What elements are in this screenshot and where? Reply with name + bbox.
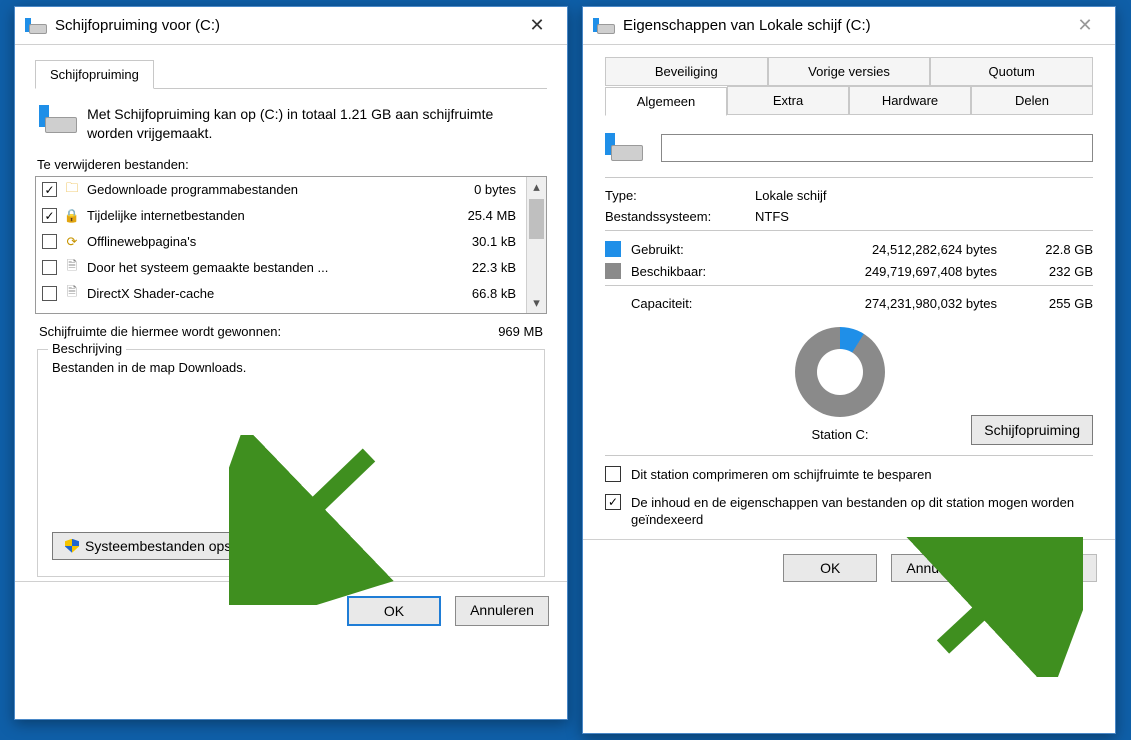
file-list-item[interactable]: ✓ 🔒 Tijdelijke internetbestanden 25.4 MB — [36, 203, 526, 229]
file-list-item[interactable]: ✓ 🗀 Gedownloade programmabestanden 0 bytes — [36, 177, 526, 203]
file-name: Offlinewebpagina's — [87, 234, 440, 249]
scroll-up-icon[interactable]: ▴ — [527, 177, 546, 197]
apply-button[interactable]: Toepassen — [999, 554, 1097, 582]
document-icon: 🗎 — [63, 257, 81, 279]
drive-icon — [605, 133, 645, 163]
window-title: Schijfopruiming voor (C:) — [55, 17, 517, 34]
files-list-label: Te verwijderen bestanden: — [37, 157, 545, 172]
used-gb: 22.8 GB — [1021, 242, 1093, 257]
file-name: DirectX Shader-cache — [87, 286, 440, 301]
drive-icon — [593, 18, 615, 34]
scroll-down-icon[interactable]: ▾ — [527, 293, 546, 313]
free-gb: 232 GB — [1021, 264, 1093, 279]
disk-cleanup-window: Schijfopruiming voor (C:) ✕ Schijfopruim… — [14, 6, 568, 720]
file-list-item[interactable]: 🗎 DirectX Shader-cache 66.8 kB — [36, 281, 526, 307]
clean-system-files-label: Systeembestanden opschonen — [85, 538, 277, 554]
titlebar[interactable]: Schijfopruiming voor (C:) ✕ — [15, 7, 567, 45]
scrollbar[interactable]: ▴ ▾ — [526, 177, 546, 313]
volume-label-input[interactable] — [661, 134, 1093, 162]
usage-donut-icon — [795, 327, 885, 417]
ok-button[interactable]: OK — [347, 596, 441, 626]
lock-folder-icon: 🔒 — [63, 208, 81, 224]
gain-label: Schijfruimte die hiermee wordt gewonnen: — [39, 324, 453, 339]
disk-cleanup-button[interactable]: Schijfopruiming — [971, 415, 1093, 445]
file-size: 66.8 kB — [446, 286, 520, 301]
compress-checkbox[interactable] — [605, 466, 621, 482]
file-checkbox[interactable] — [42, 234, 57, 249]
file-name: Door het systeem gemaakte bestanden ... — [87, 260, 440, 275]
folder-icon: 🗀 — [63, 179, 81, 201]
description-legend: Beschrijving — [48, 341, 126, 356]
compress-label: Dit station comprimeren om schijfruimte … — [631, 466, 932, 484]
usage-chart: Station C: Schijfopruiming — [605, 319, 1093, 449]
tab-vorige-versies[interactable]: Vorige versies — [768, 57, 931, 86]
type-value: Lokale schijf — [755, 188, 827, 203]
index-checkbox[interactable]: ✓ — [605, 494, 621, 510]
free-label: Beschikbaar: — [631, 264, 751, 279]
tab-hardware[interactable]: Hardware — [849, 86, 971, 115]
filesystem-label: Bestandssysteem: — [605, 209, 755, 224]
capacity-label: Capaciteit: — [631, 296, 751, 311]
capacity-bytes: 274,231,980,032 bytes — [751, 296, 1021, 311]
used-label: Gebruikt: — [631, 242, 751, 257]
close-icon[interactable]: ✕ — [1065, 11, 1105, 41]
refresh-icon: ⟳ — [63, 234, 81, 250]
tab-algemeen[interactable]: Algemeen — [605, 87, 727, 116]
type-label: Type: — [605, 188, 755, 203]
titlebar[interactable]: Eigenschappen van Lokale schijf (C:) ✕ — [583, 7, 1115, 45]
tab-quotum[interactable]: Quotum — [930, 57, 1093, 86]
file-size: 30.1 kB — [446, 234, 520, 249]
tab-strip: BeveiligingVorige versiesQuotum Algemeen… — [605, 57, 1093, 115]
file-checkbox[interactable] — [42, 286, 57, 301]
used-swatch-icon — [605, 241, 621, 257]
capacity-gb: 255 GB — [1021, 296, 1093, 311]
file-list-item[interactable]: ⟳ Offlinewebpagina's 30.1 kB — [36, 229, 526, 255]
description-text: Bestanden in de map Downloads. — [52, 360, 530, 375]
intro-text: Met Schijfopruiming kan op (C:) in totaa… — [87, 105, 543, 143]
drive-icon — [25, 18, 47, 34]
file-checkbox[interactable]: ✓ — [42, 182, 57, 197]
clean-system-files-button[interactable]: Systeembestanden opschonen — [52, 532, 290, 560]
close-icon[interactable]: ✕ — [517, 11, 557, 41]
tab-delen[interactable]: Delen — [971, 86, 1093, 115]
file-name: Tijdelijke internetbestanden — [87, 208, 440, 223]
gain-value: 969 MB — [453, 324, 543, 339]
description-group: Beschrijving Bestanden in de map Downloa… — [37, 349, 545, 577]
ok-button[interactable]: OK — [783, 554, 877, 582]
file-size: 0 bytes — [446, 182, 520, 197]
cancel-button[interactable]: Annuleren — [455, 596, 549, 626]
index-label: De inhoud en de eigenschappen van bestan… — [631, 494, 1093, 529]
file-checkbox[interactable] — [42, 260, 57, 275]
free-bytes: 249,719,697,408 bytes — [751, 264, 1021, 279]
window-title: Eigenschappen van Lokale schijf (C:) — [623, 17, 1065, 34]
tab-extra[interactable]: Extra — [727, 86, 849, 115]
uac-shield-icon — [65, 539, 79, 553]
filesystem-value: NTFS — [755, 209, 789, 224]
tab-beveiliging[interactable]: Beveiliging — [605, 57, 768, 86]
drive-properties-window: Eigenschappen van Lokale schijf (C:) ✕ B… — [582, 6, 1116, 734]
file-size: 22.3 kB — [446, 260, 520, 275]
tab-cleanup[interactable]: Schijfopruiming — [35, 60, 154, 89]
drive-icon — [39, 105, 73, 135]
file-list-item[interactable]: 🗎 Door het systeem gemaakte bestanden ...… — [36, 255, 526, 281]
station-label: Station C: — [795, 427, 885, 442]
files-list: ✓🗀Gedownloade programmabestanden0 bytes✓… — [35, 176, 547, 314]
cancel-button[interactable]: Annuleren — [891, 554, 985, 582]
file-checkbox[interactable]: ✓ — [42, 208, 57, 223]
scroll-thumb[interactable] — [529, 199, 544, 239]
file-size: 25.4 MB — [446, 208, 520, 223]
tab-strip: Schijfopruiming — [35, 59, 547, 89]
file-name: Gedownloade programmabestanden — [87, 182, 440, 197]
used-bytes: 24,512,282,624 bytes — [751, 242, 1021, 257]
free-swatch-icon — [605, 263, 621, 279]
document-icon: 🗎 — [63, 283, 81, 305]
